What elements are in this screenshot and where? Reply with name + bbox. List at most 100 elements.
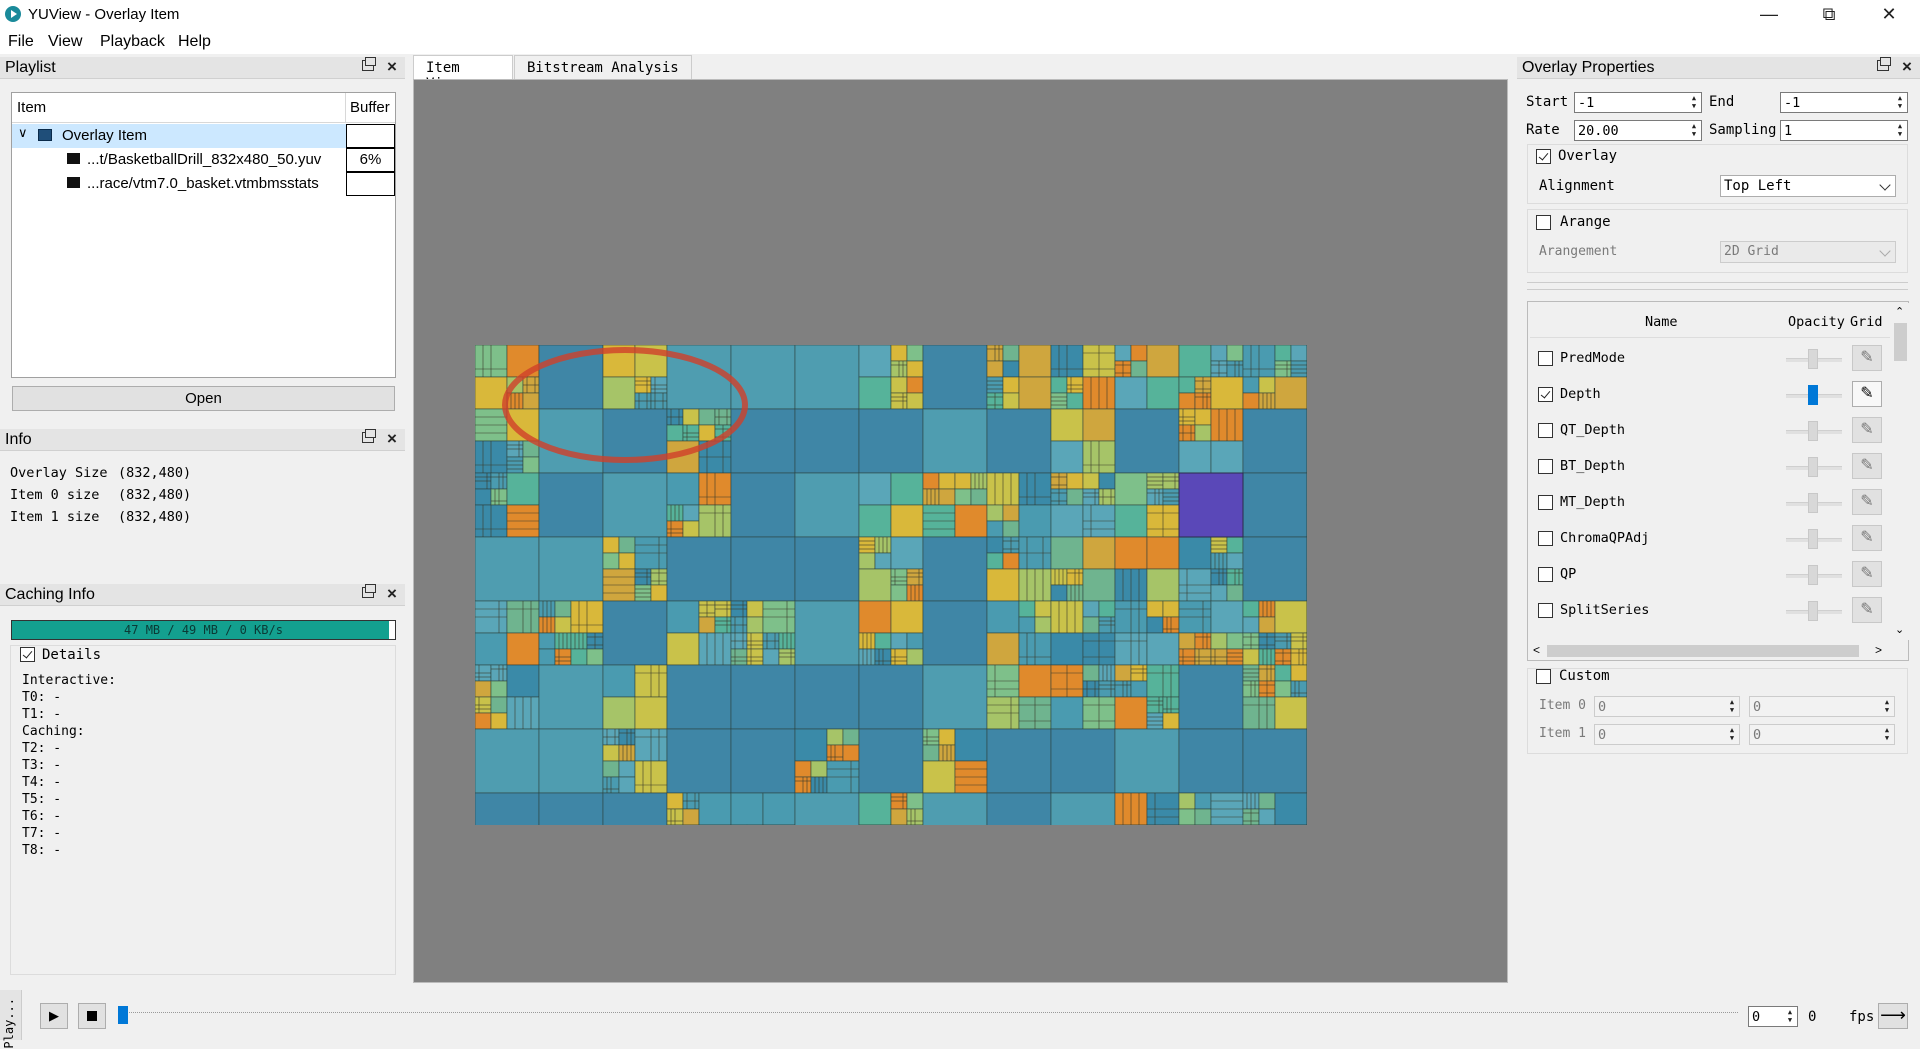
info-label: Overlay Size: [10, 465, 108, 481]
stats-row[interactable]: MT_Depth ✎: [1528, 484, 1890, 520]
opacity-slider-handle[interactable]: [1808, 493, 1818, 513]
custom-checkbox[interactable]: [1536, 669, 1551, 684]
stats-row[interactable]: SplitSeries ✎: [1528, 592, 1890, 628]
tree-row[interactable]: ∨ Overlay Item: [12, 124, 395, 148]
overlay-title: Overlay Properties: [1522, 59, 1655, 76]
tab-item-view[interactable]: Item View: [413, 55, 513, 92]
opacity-slider-handle[interactable]: [1808, 385, 1818, 405]
pen-icon[interactable]: ✎: [1852, 597, 1882, 623]
arrange-checkbox[interactable]: [1536, 215, 1551, 230]
pen-icon[interactable]: ✎: [1852, 453, 1882, 479]
close-dock-icon[interactable]: ×: [387, 429, 397, 449]
stat-checkbox[interactable]: [1538, 531, 1553, 546]
stat-name: MT_Depth: [1560, 494, 1626, 510]
stats-file-icon: [67, 177, 80, 188]
stat-checkbox[interactable]: [1538, 567, 1553, 582]
stats-row[interactable]: QP ✎: [1528, 556, 1890, 592]
stats-row[interactable]: PredMode ✎: [1528, 340, 1890, 376]
start-spinbox[interactable]: -1 ▲ ▼: [1574, 92, 1702, 113]
sampling-spinbox[interactable]: 1 ▲ ▼: [1780, 120, 1908, 141]
pen-icon[interactable]: ✎: [1852, 345, 1882, 371]
menu-view[interactable]: View: [48, 33, 82, 51]
open-button[interactable]: Open: [12, 386, 395, 411]
col-name: Name: [1645, 314, 1678, 330]
info-title: Info: [5, 431, 32, 448]
scroll-down-icon: ⌄: [1895, 624, 1905, 636]
pen-icon[interactable]: ✎: [1852, 381, 1882, 407]
stat-checkbox[interactable]: [1538, 423, 1553, 438]
tree-row[interactable]: ...t/BasketballDrill_832x480_50.yuv 6%: [12, 148, 395, 172]
opacity-slider-handle[interactable]: [1808, 601, 1818, 621]
opacity-slider-handle[interactable]: [1808, 457, 1818, 477]
stats-row[interactable]: QT_Depth ✎: [1528, 412, 1890, 448]
window-title: YUView - Overlay Item: [28, 6, 180, 23]
float-icon[interactable]: [362, 584, 376, 598]
restore-icon[interactable]: ⧉: [1800, 0, 1858, 30]
item-view-canvas[interactable]: [413, 79, 1508, 983]
frame-slider[interactable]: [118, 1012, 1738, 1014]
arrange-label: Arange: [1560, 214, 1611, 230]
repeat-mode-icon[interactable]: ⟶: [1878, 1003, 1908, 1029]
pen-icon[interactable]: ✎: [1852, 489, 1882, 515]
horizontal-scrollbar[interactable]: < >: [1529, 642, 1891, 660]
close-dock-icon[interactable]: ×: [1902, 57, 1912, 77]
info-value: (832,480): [118, 487, 192, 503]
stat-checkbox[interactable]: [1538, 495, 1553, 510]
info-value: (832,480): [118, 509, 192, 525]
col-buffer[interactable]: Buffer: [350, 99, 394, 116]
frame-spinbox[interactable]: 0 ▲ ▼: [1748, 1006, 1798, 1027]
close-icon[interactable]: ✕: [1860, 0, 1918, 30]
collapse-arrow-icon[interactable]: ∨: [18, 125, 28, 141]
tab-bitstream-analysis[interactable]: Bitstream Analysis: [514, 55, 692, 80]
stop-icon[interactable]: [78, 1003, 106, 1029]
pen-icon[interactable]: ✎: [1852, 561, 1882, 587]
stats-row[interactable]: BT_Depth ✎: [1528, 448, 1890, 484]
caching-line: T4: -: [22, 775, 62, 790]
title-bar: YUView - Overlay Item — ⧉ ✕: [0, 0, 1920, 30]
float-icon[interactable]: [1877, 57, 1891, 71]
opacity-slider-handle[interactable]: [1808, 529, 1818, 549]
details-checkbox[interactable]: [20, 647, 35, 662]
tree-row[interactable]: ...race/vtm7.0_basket.vtmbmsstats: [12, 172, 395, 196]
opacity-slider-handle[interactable]: [1808, 349, 1818, 369]
overlay-checkbox[interactable]: [1536, 149, 1551, 164]
close-dock-icon[interactable]: ×: [387, 584, 397, 604]
stat-name: PredMode: [1560, 350, 1626, 366]
vertical-scrollbar[interactable]: ⌃ ⌄: [1892, 303, 1909, 640]
stats-row[interactable]: Depth ✎: [1528, 376, 1890, 412]
caching-line: T8: -: [22, 843, 62, 858]
scroll-left-icon: <: [1533, 643, 1541, 657]
playlist-tree[interactable]: Item Buffer ∨ Overlay Item ...t/Basketba…: [11, 92, 396, 378]
menu-file[interactable]: File: [8, 33, 34, 51]
col-item[interactable]: Item: [17, 99, 46, 116]
chevron-down-icon: [1879, 179, 1891, 191]
pen-icon[interactable]: ✎: [1852, 417, 1882, 443]
float-icon[interactable]: [362, 57, 376, 71]
stats-table[interactable]: Name Opacity Grid PredMode ✎ Depth ✎ QT_Dept…: [1527, 301, 1909, 661]
side-dock-tab[interactable]: Play...: [0, 990, 22, 1049]
float-icon[interactable]: [362, 429, 376, 443]
menu-playback[interactable]: Playback: [100, 33, 165, 51]
rate-spinbox[interactable]: 20.00 ▲ ▼: [1574, 120, 1702, 141]
tree-header: Item Buffer: [12, 93, 395, 123]
caching-line: T1: -: [22, 707, 62, 722]
stat-checkbox[interactable]: [1538, 459, 1553, 474]
opacity-slider-handle[interactable]: [1808, 421, 1818, 441]
item1-y-spinbox: 0 ▲ ▼: [1749, 724, 1895, 745]
end-spinbox[interactable]: -1 ▲ ▼: [1780, 92, 1908, 113]
menu-help[interactable]: Help: [178, 33, 211, 51]
pen-icon[interactable]: ✎: [1852, 525, 1882, 551]
caching-line: T7: -: [22, 826, 62, 841]
alignment-dropdown[interactable]: Top Left: [1720, 175, 1896, 197]
stat-checkbox[interactable]: [1538, 603, 1553, 618]
stat-checkbox[interactable]: [1538, 387, 1553, 402]
minimize-icon[interactable]: —: [1740, 0, 1798, 30]
opacity-slider-handle[interactable]: [1808, 565, 1818, 585]
end-label: End: [1709, 94, 1735, 110]
stats-row[interactable]: ChromaQPAdj ✎: [1528, 520, 1890, 556]
play-icon[interactable]: ▶: [40, 1003, 68, 1029]
overlay-frame-image: [475, 345, 1307, 825]
stat-checkbox[interactable]: [1538, 351, 1553, 366]
close-dock-icon[interactable]: ×: [387, 57, 397, 77]
frame-slider-handle[interactable]: [118, 1006, 128, 1024]
